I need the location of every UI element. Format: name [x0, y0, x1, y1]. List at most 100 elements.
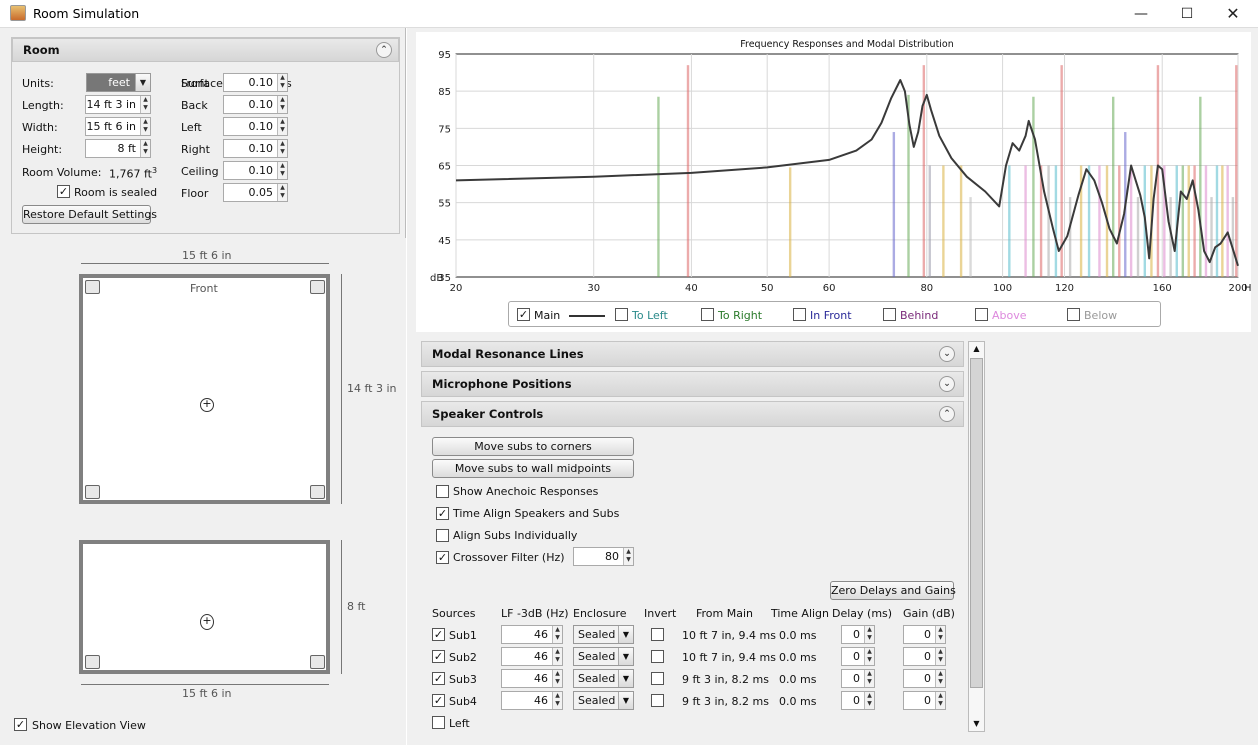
move-subs-midpoints-button[interactable]: Move subs to wall midpoints — [432, 459, 634, 478]
invert-checkbox[interactable] — [651, 628, 664, 641]
sub-speaker-icon[interactable] — [310, 655, 325, 669]
scroll-down-icon[interactable]: ▼ — [969, 717, 984, 731]
invert-checkbox[interactable] — [651, 672, 664, 685]
align-subs-checkbox[interactable] — [436, 529, 449, 542]
spinner-arrows-icon[interactable]: ▲ ▼ — [864, 670, 874, 687]
sub-speaker-icon[interactable] — [85, 655, 100, 669]
room-section-header[interactable]: Room — [12, 38, 399, 62]
room-sealed-checkbox[interactable]: ✓ — [57, 185, 70, 198]
legend-checkbox[interactable] — [883, 308, 896, 321]
spinner-arrows-icon[interactable]: ▲ ▼ — [277, 184, 287, 201]
chevron-down-icon[interactable]: ▼ — [618, 648, 633, 665]
show-elevation-checkbox[interactable]: ✓ — [14, 718, 27, 731]
chevron-down-icon[interactable]: ▼ — [618, 626, 633, 643]
spinner-arrows-icon[interactable]: ▲ ▼ — [935, 648, 945, 665]
frequency-response-chart[interactable]: Frequency Responses and Modal Distributi… — [416, 32, 1257, 302]
surface-absorption-spinner[interactable]: 0.10 ▲ ▼ — [223, 117, 288, 136]
units-select[interactable]: feet ▼ — [86, 73, 151, 92]
lf-spinner[interactable]: 46 ▲ ▼ — [501, 691, 563, 710]
collapse-up-icon[interactable]: ⌃ — [376, 42, 392, 58]
chevron-down-icon[interactable]: ▼ — [618, 670, 633, 687]
zero-delays-gains-button[interactable]: Zero Delays and Gains — [830, 581, 956, 600]
spinner-arrows-icon[interactable]: ▲ ▼ — [935, 626, 945, 643]
legend-checkbox[interactable]: ✓ — [517, 308, 530, 321]
enclosure-select[interactable]: Sealed ▼ — [573, 691, 634, 710]
gain-spinner[interactable]: 0 ▲ ▼ — [903, 669, 946, 688]
lf-spinner[interactable]: 46 ▲ ▼ — [501, 647, 563, 666]
crossover-checkbox[interactable]: ✓ — [436, 551, 449, 564]
spinner-arrows-icon[interactable]: ▲ ▼ — [935, 692, 945, 709]
left-source-checkbox[interactable] — [432, 716, 445, 729]
source-checkbox[interactable]: ✓ — [432, 694, 445, 707]
spinner-arrows-icon[interactable]: ▲ ▼ — [277, 74, 287, 91]
spinner-arrows-icon[interactable]: ▲ ▼ — [140, 118, 150, 135]
sub-speaker-icon[interactable] — [85, 485, 100, 499]
surface-absorption-spinner[interactable]: 0.10 ▲ ▼ — [223, 139, 288, 158]
surface-absorption-spinner[interactable]: 0.10 ▲ ▼ — [223, 73, 288, 92]
delay-spinner[interactable]: 0 ▲ ▼ — [841, 669, 875, 688]
delay-spinner[interactable]: 0 ▲ ▼ — [841, 647, 875, 666]
source-checkbox[interactable]: ✓ — [432, 628, 445, 641]
room-plan-view[interactable]: Front + — [79, 274, 330, 504]
source-checkbox[interactable]: ✓ — [432, 650, 445, 663]
height-spinner[interactable]: 8 ft ▲ ▼ — [85, 139, 151, 158]
minimize-icon[interactable]: — — [1118, 0, 1164, 28]
spinner-arrows-icon[interactable]: ▲ ▼ — [552, 648, 562, 665]
move-subs-corners-button[interactable]: Move subs to corners — [432, 437, 634, 456]
spinner-arrows-icon[interactable]: ▲ ▼ — [864, 648, 874, 665]
modal-lines-header[interactable]: Modal Resonance Lines — [421, 341, 964, 367]
scrollbar-thumb[interactable] — [970, 358, 983, 688]
legend-checkbox[interactable] — [701, 308, 714, 321]
spinner-arrows-icon[interactable]: ▲ ▼ — [140, 140, 150, 157]
invert-checkbox[interactable] — [651, 650, 664, 663]
lf-spinner[interactable]: 46 ▲ ▼ — [501, 669, 563, 688]
enclosure-select[interactable]: Sealed ▼ — [573, 625, 634, 644]
close-icon[interactable]: ✕ — [1210, 0, 1256, 28]
invert-checkbox[interactable] — [651, 694, 664, 707]
legend-checkbox[interactable] — [793, 308, 806, 321]
delay-spinner[interactable]: 0 ▲ ▼ — [841, 691, 875, 710]
maximize-icon[interactable]: ☐ — [1164, 0, 1210, 28]
delay-spinner[interactable]: 0 ▲ ▼ — [841, 625, 875, 644]
source-checkbox[interactable]: ✓ — [432, 672, 445, 685]
chevron-down-icon[interactable]: ▼ — [135, 74, 150, 91]
surface-absorption-spinner[interactable]: 0.10 ▲ ▼ — [223, 161, 288, 180]
spinner-arrows-icon[interactable]: ▲ ▼ — [864, 692, 874, 709]
chevron-down-icon[interactable]: ▼ — [618, 692, 633, 709]
microphone-crosshair-icon[interactable]: + — [200, 614, 214, 630]
expand-down-icon[interactable]: ⌄ — [939, 346, 955, 362]
sub-speaker-icon[interactable] — [85, 280, 100, 294]
accordion-scrollbar[interactable]: ▲ ▼ — [968, 341, 985, 732]
spinner-arrows-icon[interactable]: ▲ ▼ — [552, 670, 562, 687]
spinner-arrows-icon[interactable]: ▲ ▼ — [277, 118, 287, 135]
scroll-up-icon[interactable]: ▲ — [969, 342, 984, 356]
spinner-arrows-icon[interactable]: ▲ ▼ — [277, 96, 287, 113]
lf-spinner[interactable]: 46 ▲ ▼ — [501, 625, 563, 644]
gain-spinner[interactable]: 0 ▲ ▼ — [903, 691, 946, 710]
room-elevation-view[interactable]: + — [79, 540, 330, 674]
collapse-up-icon[interactable]: ⌃ — [939, 406, 955, 422]
spinner-arrows-icon[interactable]: ▲ ▼ — [552, 626, 562, 643]
crossover-spinner[interactable]: 80 ▲ ▼ — [573, 547, 634, 566]
surface-absorption-spinner[interactable]: 0.05 ▲ ▼ — [223, 183, 288, 202]
legend-checkbox[interactable] — [975, 308, 988, 321]
mic-positions-header[interactable]: Microphone Positions — [421, 371, 964, 397]
gain-spinner[interactable]: 0 ▲ ▼ — [903, 647, 946, 666]
sub-speaker-icon[interactable] — [310, 485, 325, 499]
spinner-arrows-icon[interactable]: ▲ ▼ — [140, 96, 150, 113]
legend-checkbox[interactable] — [1067, 308, 1080, 321]
enclosure-select[interactable]: Sealed ▼ — [573, 669, 634, 688]
enclosure-select[interactable]: Sealed ▼ — [573, 647, 634, 666]
sub-speaker-icon[interactable] — [310, 280, 325, 294]
expand-down-icon[interactable]: ⌄ — [939, 376, 955, 392]
spinner-arrows-icon[interactable]: ▲ ▼ — [277, 140, 287, 157]
spinner-arrows-icon[interactable]: ▲ ▼ — [864, 626, 874, 643]
spinner-arrows-icon[interactable]: ▲ ▼ — [552, 692, 562, 709]
speaker-controls-header[interactable]: Speaker Controls — [421, 401, 964, 427]
restore-defaults-button[interactable]: Restore Default Settings — [22, 205, 157, 224]
width-spinner[interactable]: 15 ft 6 in ▲ ▼ — [85, 117, 151, 136]
gain-spinner[interactable]: 0 ▲ ▼ — [903, 625, 946, 644]
spinner-arrows-icon[interactable]: ▲ ▼ — [277, 162, 287, 179]
surface-absorption-spinner[interactable]: 0.10 ▲ ▼ — [223, 95, 288, 114]
length-spinner[interactable]: 14 ft 3 in ▲ ▼ — [85, 95, 151, 114]
